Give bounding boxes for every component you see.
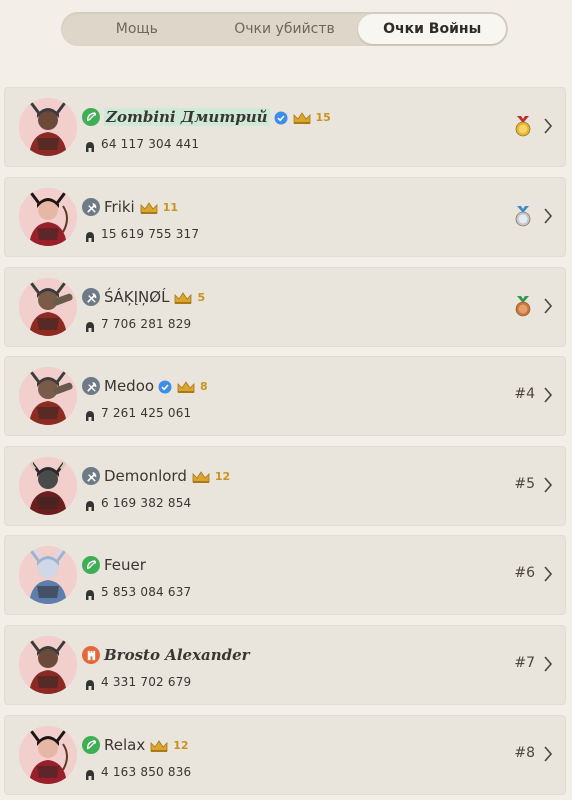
helmet-icon [85,766,95,780]
player-avatar[interactable] [19,278,77,336]
crown-level: 12 [173,738,189,752]
crown-icon [139,200,159,214]
gold-medal-icon [514,115,532,137]
rank-label: #6 [514,565,535,581]
chevron-right-icon[interactable] [543,207,553,225]
crown-level: 11 [162,200,179,214]
score-line: 7 706 281 829 [85,315,191,333]
tab-power[interactable]: Мощь [63,14,211,44]
tab-war-points[interactable]: Очки Войны [358,14,507,44]
tower-class-icon [82,646,100,664]
crown-icon [176,379,196,393]
score-line: 4 331 702 679 [85,673,191,691]
crown-icon [149,738,169,752]
leaderboard-row[interactable]: Friki 11 15 619 755 317 [5,178,565,256]
rank-label: #7 [514,655,535,671]
helmet-icon [85,318,95,332]
war-points-value: 64 117 304 441 [101,137,200,151]
player-name: Relax [104,736,146,754]
player-name-line: Friki 11 [82,196,178,218]
player-name-line: Feuer [82,554,146,576]
score-line: 6 169 382 854 [85,494,191,512]
tab-kill-points[interactable]: Очки убийств [211,14,359,44]
score-line: 4 163 850 836 [85,763,191,781]
axe-class-icon [82,467,100,485]
crown-icon [173,290,193,304]
player-avatar[interactable] [19,367,77,425]
player-avatar[interactable] [19,726,77,784]
war-points-value: 15 619 755 317 [101,227,200,241]
crown-level: 12 [214,469,231,483]
player-name-line: Zombini Дмитрий 15 [82,106,331,128]
archer-class-icon [82,108,100,126]
player-name-line: Medoo 8 [82,375,208,397]
score-line: 7 261 425 061 [85,404,191,422]
helmet-icon [85,676,95,690]
rank-label: #8 [514,745,535,761]
chevron-right-icon[interactable] [543,745,553,763]
verified-icon [158,379,172,394]
score-line: 15 619 755 317 [85,225,199,243]
chevron-right-icon[interactable] [543,565,553,583]
axe-class-icon [82,198,100,216]
player-name: ŚÁĶĮŅØĹ [104,288,170,306]
leaderboard-row[interactable]: Brosto Alexander 4 331 702 679 #7 [5,626,565,704]
axe-class-icon [82,377,100,395]
leaderboard-row[interactable]: Demonlord 12 6 169 382 854 #5 [5,447,565,525]
crown-icon [292,110,312,124]
player-avatar[interactable] [19,188,77,246]
leaderboard-row[interactable]: Medoo 8 7 261 425 061 #4 [5,357,565,435]
player-name-line: ŚÁĶĮŅØĹ 5 [82,286,205,308]
helmet-icon [85,407,95,421]
war-points-value: 4 163 850 836 [101,765,192,779]
helmet-icon [85,497,95,511]
leaderboard-row[interactable]: Feuer 5 853 084 637 #6 [5,536,565,614]
player-name-line: Relax 12 [82,734,189,756]
helmet-icon [85,138,95,152]
silver-medal-icon [514,205,532,227]
war-points-value: 7 261 425 061 [101,406,192,420]
war-points-value: 4 331 702 679 [101,675,192,689]
leaderboard-row[interactable]: Relax 12 4 163 850 836 #8 [5,716,565,794]
player-avatar[interactable] [19,457,77,515]
leaderboard-row[interactable]: Zombini Дмитрий 15 64 117 304 441 [5,88,565,166]
axe-class-icon [82,288,100,306]
verified-icon [274,110,288,125]
archer-class-icon [82,556,100,574]
chevron-right-icon[interactable] [543,386,553,404]
player-name: Brosto Alexander [104,646,250,664]
chevron-right-icon[interactable] [543,655,553,673]
player-avatar[interactable] [19,546,77,604]
player-name-line: Demonlord 12 [82,465,230,487]
crown-level: 8 [200,379,208,393]
rank-label: #5 [514,476,535,492]
chevron-right-icon[interactable] [543,117,553,135]
chevron-right-icon[interactable] [543,476,553,494]
crown-level: 5 [197,290,206,304]
player-name: Demonlord [104,467,187,485]
player-avatar[interactable] [19,98,77,156]
war-points-value: 7 706 281 829 [101,317,192,331]
player-name: Zombini Дмитрий [104,108,270,126]
bronze-medal-icon [514,295,532,317]
score-line: 64 117 304 441 [85,135,199,153]
player-name: Feuer [104,556,146,574]
leaderboard-tabs: Мощь Очки убийств Очки Войны [61,12,508,46]
score-line: 5 853 084 637 [85,583,191,601]
war-points-value: 5 853 084 637 [101,585,192,599]
player-avatar[interactable] [19,636,77,694]
player-name: Friki [104,198,135,216]
leaderboard-row[interactable]: ŚÁĶĮŅØĹ 5 7 706 281 829 [5,268,565,346]
player-name-line: Brosto Alexander [82,644,250,666]
player-name: Medoo [104,377,155,395]
helmet-icon [85,228,95,242]
archer-class-icon [82,736,100,754]
helmet-icon [85,586,95,600]
war-points-value: 6 169 382 854 [101,496,192,510]
chevron-right-icon[interactable] [543,297,553,315]
crown-level: 15 [315,110,331,124]
crown-icon [191,469,211,483]
rank-label: #4 [514,386,535,402]
